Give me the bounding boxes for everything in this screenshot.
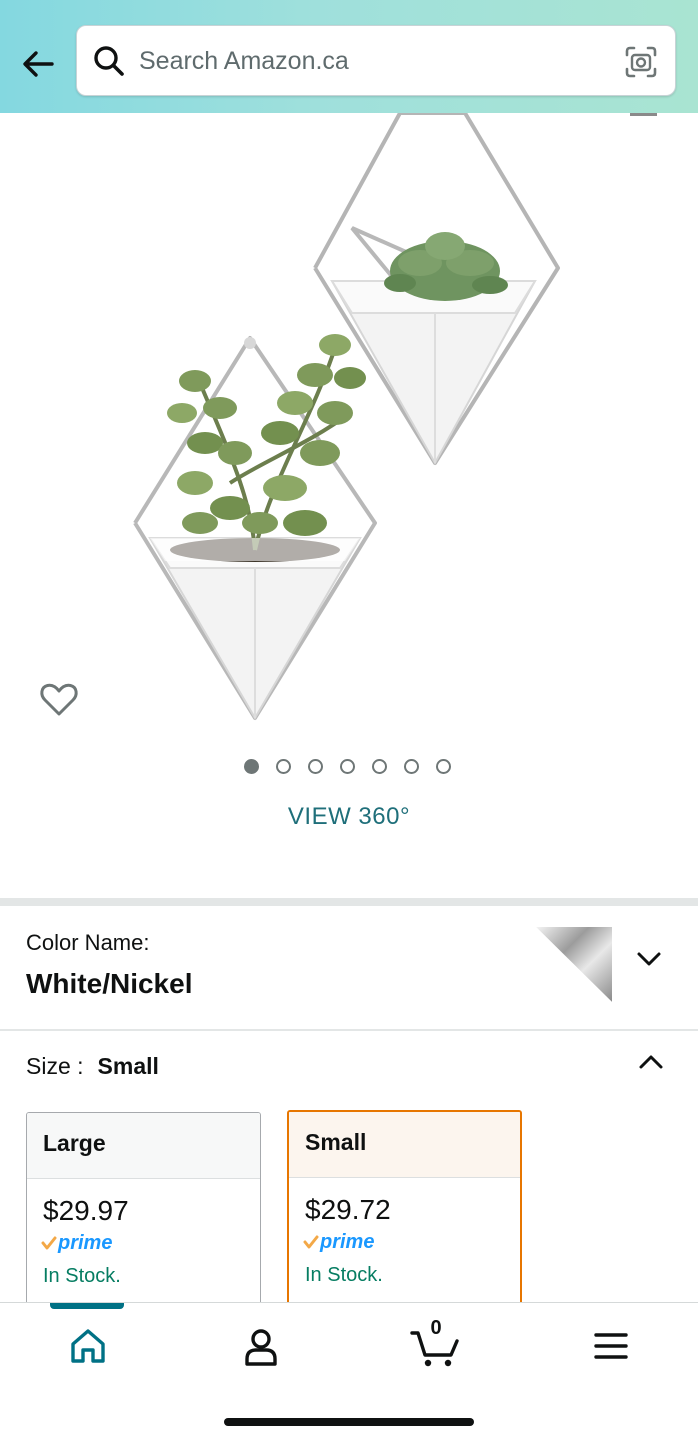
color-label: Color Name:: [26, 930, 150, 955]
active-tab-indicator: [50, 1303, 124, 1309]
size-option-name: Small: [289, 1112, 520, 1178]
stock-status: In Stock.: [43, 1265, 121, 1287]
color-value: White/Nickel: [26, 968, 193, 999]
view-360-link[interactable]: VIEW 360°: [0, 803, 698, 831]
size-value: Small: [97, 1053, 159, 1079]
gallery-dot[interactable]: [308, 759, 323, 774]
gallery-dot[interactable]: [372, 759, 387, 774]
size-option-name: Large: [27, 1113, 260, 1179]
search-bar[interactable]: [76, 25, 676, 96]
prime-check-icon: [41, 1236, 57, 1250]
gallery-pagination-dots: [244, 759, 451, 777]
color-swatch[interactable]: [536, 927, 612, 1002]
chevron-up-icon[interactable]: [636, 1047, 666, 1077]
product-image[interactable]: [110, 113, 580, 728]
size-option-large[interactable]: Large $29.97 prime In Stock.: [26, 1112, 261, 1322]
size-option-price: $29.97: [43, 1195, 129, 1226]
gallery-dot[interactable]: [436, 759, 451, 774]
search-input[interactable]: [139, 36, 609, 86]
home-icon[interactable]: [58, 1323, 118, 1369]
gallery-dot[interactable]: [404, 759, 419, 774]
account-icon[interactable]: [231, 1323, 291, 1369]
size-option-small[interactable]: Small $29.72 prime In Stock.: [287, 1110, 522, 1320]
back-arrow-icon[interactable]: [18, 44, 58, 84]
cart-button[interactable]: 0: [406, 1317, 466, 1369]
search-icon: [94, 46, 124, 76]
menu-icon[interactable]: [581, 1323, 641, 1369]
prime-badge: prime: [303, 1230, 520, 1254]
bottom-navigation: 0: [0, 1302, 698, 1440]
home-indicator-bar[interactable]: [224, 1418, 474, 1426]
gallery-dot[interactable]: [276, 759, 291, 774]
size-label: Size : Small: [26, 1053, 159, 1079]
prime-badge: prime: [41, 1231, 260, 1255]
gallery-dot[interactable]: [244, 759, 259, 774]
gallery-top-mark: [630, 113, 657, 116]
size-selector: Size : Small Large $29.97 prime In Stock.…: [0, 1031, 698, 1322]
wishlist-heart-icon[interactable]: [38, 678, 80, 720]
prime-check-icon: [303, 1235, 319, 1249]
product-image-gallery[interactable]: VIEW 360°: [0, 113, 698, 898]
size-option-price: $29.72: [305, 1194, 391, 1225]
prime-label: prime: [320, 1230, 375, 1253]
cart-count: 0: [430, 1317, 442, 1339]
color-selector[interactable]: Color Name: White/Nickel: [0, 906, 698, 1029]
chevron-down-icon[interactable]: [634, 944, 664, 974]
planter-lower-left: [133, 334, 377, 720]
gallery-dot[interactable]: [340, 759, 355, 774]
prime-label: prime: [58, 1231, 113, 1254]
stock-status: In Stock.: [305, 1264, 383, 1286]
camera-scan-icon[interactable]: [623, 44, 659, 80]
section-divider: [0, 898, 698, 906]
top-header: [0, 0, 698, 113]
